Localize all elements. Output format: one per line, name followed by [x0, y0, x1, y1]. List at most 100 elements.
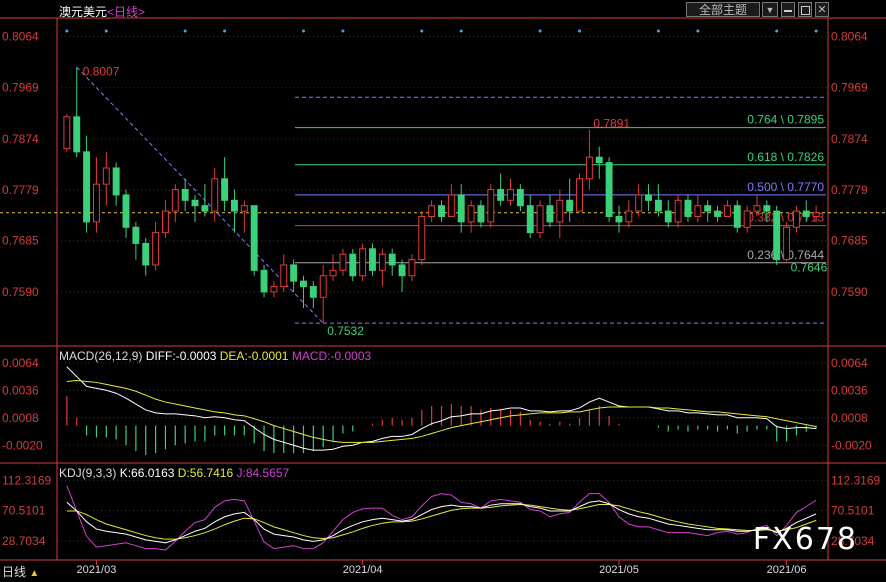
candle-body — [142, 242, 150, 266]
candle-body — [763, 205, 771, 212]
marker-dot — [420, 29, 424, 33]
y-tick-label-right: 0.7590 — [831, 285, 868, 299]
macd-y-tick-right: 0.0064 — [831, 356, 868, 370]
macd-legend: MACD(26,12,9) DIFF:-0.0003 DEA:-0.0001 M… — [59, 349, 371, 363]
candle-body — [605, 162, 613, 217]
kdj-legend: KDJ(9,3,3) K:66.0163 D:56.7416 J:84.5657 — [59, 466, 289, 480]
candle-body — [635, 194, 643, 212]
candle-body — [714, 210, 722, 217]
marker-dot — [223, 29, 227, 33]
candle-body — [507, 189, 514, 201]
macd-y-tick-right: 0.0036 — [831, 383, 868, 397]
high-annotation: 0.8007 — [83, 64, 120, 78]
candle-body — [585, 156, 593, 180]
y-tick-label-left: 0.7969 — [2, 81, 39, 95]
candle-body — [418, 215, 426, 261]
candle-body — [664, 210, 672, 223]
instrument-name: 澳元美元 — [59, 5, 108, 19]
candle-body — [812, 212, 820, 217]
candle-body — [576, 178, 583, 212]
candle-body — [615, 215, 623, 223]
theme-selector[interactable]: 全部主题 — [686, 2, 760, 17]
chart-canvas: 0.8064 0.8064 0.7969 0.7969 0.7874 0.7874 0.77… — [0, 17, 886, 576]
kdj-d-line — [66, 503, 817, 540]
y-tick-label-right: 0.7874 — [831, 132, 868, 146]
kdj-y-tick-right: 112.3169 — [831, 473, 880, 487]
candle-body — [792, 210, 800, 228]
period-label[interactable]: <日线> — [107, 5, 145, 19]
candle-body — [783, 226, 791, 261]
x-tick-label: 2021/04 — [343, 564, 383, 576]
candle-body — [477, 205, 485, 223]
candle-body — [83, 151, 91, 223]
period-tab[interactable]: 日线 ▲ — [2, 563, 39, 580]
marker-dot — [104, 29, 108, 33]
theme-dropdown-button[interactable]: ▼ — [762, 2, 778, 17]
candle-body — [122, 194, 130, 228]
chart-stage: 0.8064 0.8064 0.7969 0.7969 0.7874 0.7874 0.77… — [0, 0, 886, 580]
candle-body — [152, 232, 160, 266]
candle-body — [250, 205, 258, 271]
macd-y-tick-left: 0.0064 — [2, 356, 39, 370]
candle-body — [211, 178, 219, 212]
candle-body — [398, 264, 406, 277]
candle-body — [556, 199, 564, 223]
candle-body — [290, 264, 298, 282]
x-tick-label: 2021/03 — [77, 564, 117, 576]
candle-body — [536, 205, 544, 234]
candle-body — [63, 116, 71, 150]
macd-params: MACD(26,12,9) — [59, 349, 143, 363]
theme-label: 全部主题 — [698, 3, 747, 17]
y-tick-label-right: 0.7779 — [831, 183, 868, 197]
kdj-params: KDJ(9,3,3) — [59, 466, 117, 480]
candle-body — [132, 226, 140, 244]
candle-body — [546, 205, 554, 223]
candle-body — [339, 253, 347, 271]
y-tick-label-left: 0.7874 — [2, 132, 39, 146]
close-icon: ✕ — [817, 4, 827, 16]
candle-body — [684, 199, 692, 217]
candle-body — [408, 259, 416, 277]
candle-body — [753, 205, 761, 212]
candle-body — [171, 189, 179, 212]
candle-body — [674, 199, 682, 223]
candle-body — [221, 178, 229, 201]
candle-body — [349, 253, 357, 277]
candle-body — [704, 205, 712, 212]
candle-body — [300, 280, 307, 288]
candle-body — [181, 189, 189, 201]
candle-body — [654, 199, 662, 212]
kdj-k-line — [66, 500, 817, 544]
candle-body — [566, 199, 574, 212]
candle-body — [516, 189, 524, 207]
candle-body — [92, 183, 100, 223]
candle-body — [723, 205, 731, 217]
candle-body — [467, 205, 475, 223]
minimize-button[interactable] — [781, 2, 795, 17]
macd-dif-value: DIFF:-0.0003 — [145, 349, 217, 363]
candle-body — [260, 269, 268, 293]
candle-body — [329, 269, 337, 277]
kdj-j-value: J:84.5657 — [236, 466, 290, 480]
candle-body — [497, 189, 505, 201]
candle-body — [201, 205, 209, 212]
candle-body — [359, 248, 367, 277]
marker-dot — [183, 29, 187, 33]
restore-button[interactable] — [798, 2, 812, 17]
candle-body — [378, 253, 386, 271]
minimize-icon — [784, 9, 792, 12]
close-button[interactable]: ✕ — [815, 2, 829, 17]
marker-dot — [538, 29, 542, 33]
candle-body — [526, 205, 534, 234]
candle-body — [773, 210, 781, 261]
macd-y-tick-right: 0.0008 — [831, 411, 868, 425]
marker-dot — [696, 29, 700, 33]
candle-body — [428, 205, 436, 217]
macd-y-tick-right: -0.0020 — [831, 438, 872, 452]
candle-body — [694, 205, 702, 217]
x-tick-label: 2021/06 — [767, 564, 807, 576]
kdj-y-tick-left: 28.7034 — [2, 534, 46, 548]
fib-level-label: 0.500 \ 0.7770 — [747, 180, 824, 194]
fib-level-label: 0.618 \ 0.7826 — [747, 150, 824, 164]
triangle-down-icon: ▼ — [765, 5, 775, 15]
